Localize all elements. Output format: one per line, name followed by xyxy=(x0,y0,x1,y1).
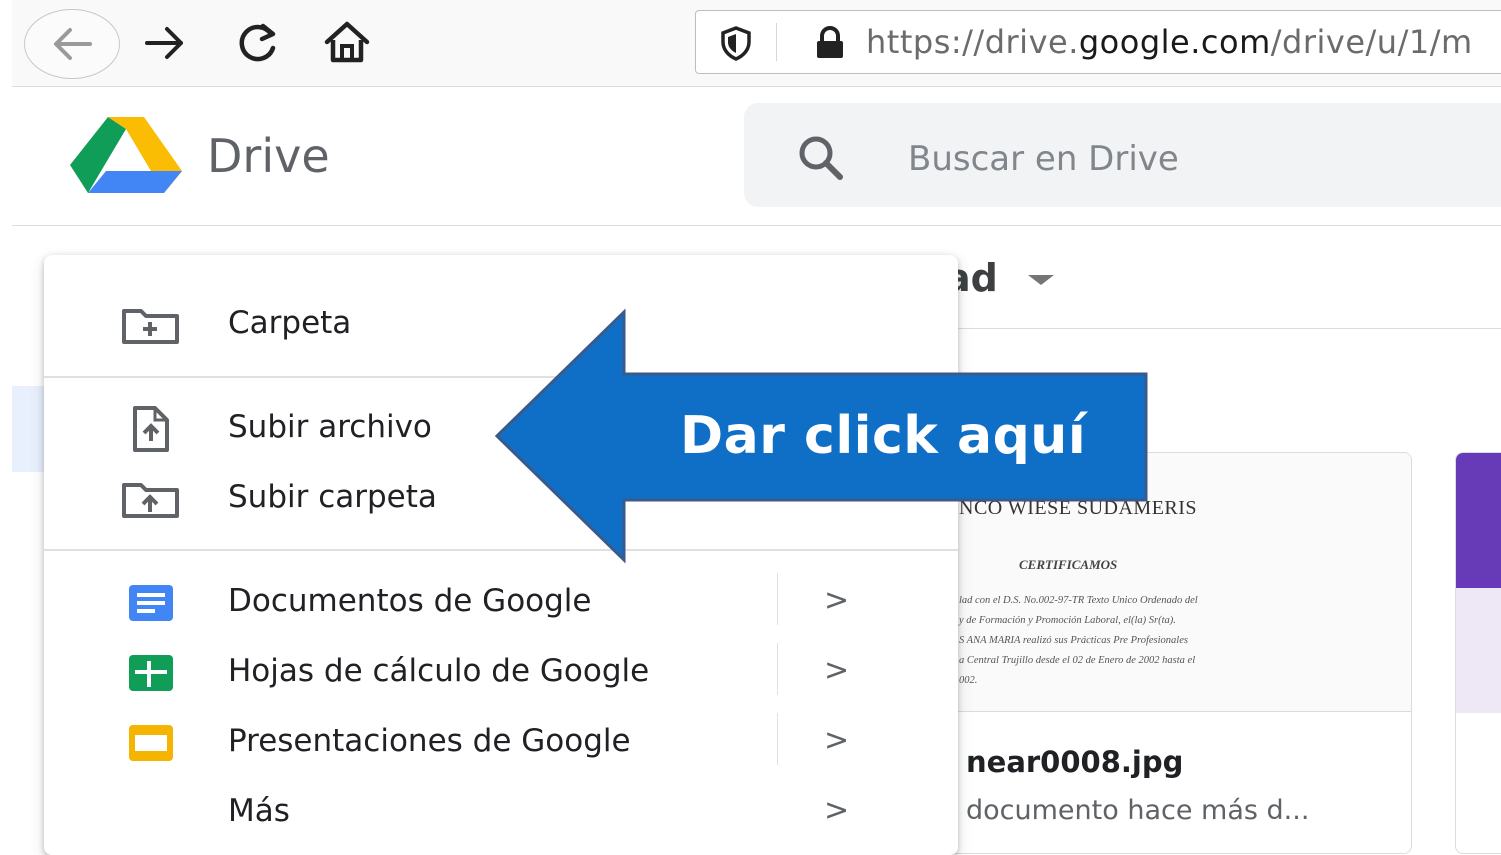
menu-divider xyxy=(44,376,958,378)
home-icon xyxy=(324,21,370,63)
file-upload-icon xyxy=(120,406,182,452)
chevron-right-icon[interactable]: > xyxy=(824,723,849,758)
annotation-text: Dar click aquí xyxy=(680,406,1087,466)
menu-item-google-sheets[interactable]: Hojas de cálculo de Google > xyxy=(44,641,958,703)
menu-item-google-docs[interactable]: Documentos de Google > xyxy=(44,571,958,633)
menu-label-google-docs: Documentos de Google xyxy=(228,583,592,619)
url-divider xyxy=(776,23,777,61)
file-card[interactable]: NCO WIESE SUDAMERIS CERTIFICAMOS lad con… xyxy=(910,452,1412,854)
doc-line: 002. xyxy=(959,675,978,686)
forward-arrow-icon xyxy=(145,27,183,59)
back-button[interactable] xyxy=(24,9,120,79)
menu-label-google-sheets: Hojas de cálculo de Google xyxy=(228,653,650,689)
url-text[interactable]: https://drive.google.com/drive/u/1/m xyxy=(866,23,1473,61)
menu-item-google-slides[interactable]: Presentaciones de Google > xyxy=(44,711,958,773)
forms-thumbnail-body xyxy=(1456,588,1501,713)
drive-logo-icon xyxy=(70,117,182,193)
folder-upload-icon xyxy=(120,477,182,521)
menu-vertical-divider xyxy=(777,713,778,765)
file-meta: documento hace más d... xyxy=(966,795,1310,826)
back-arrow-icon xyxy=(54,28,92,60)
file-thumbnail: NCO WIESE SUDAMERIS CERTIFICAMOS lad con… xyxy=(911,453,1411,712)
menu-label-google-slides: Presentaciones de Google xyxy=(228,723,631,759)
drive-title[interactable]: Drive xyxy=(207,129,330,183)
forms-thumbnail xyxy=(1456,453,1501,588)
reload-button[interactable] xyxy=(222,8,292,78)
menu-vertical-divider xyxy=(777,643,778,695)
home-button[interactable] xyxy=(312,8,382,78)
doc-heading: CERTIFICAMOS xyxy=(1019,557,1118,572)
doc-bank-name: NCO WIESE SUDAMERIS xyxy=(959,497,1198,519)
browser-toolbar: https://drive.google.com/drive/u/1/m xyxy=(12,0,1501,87)
file-name: near0008.jpg xyxy=(966,745,1184,779)
url-path: /drive/u/1/m xyxy=(1270,23,1473,61)
new-menu: Carpeta Subir archivo Subir carpeta Docu… xyxy=(44,255,958,855)
url-prefix: https://drive. xyxy=(866,23,1079,61)
search-icon[interactable] xyxy=(796,133,846,181)
url-bar[interactable]: https://drive.google.com/drive/u/1/m xyxy=(695,10,1501,74)
shield-icon[interactable] xyxy=(718,25,754,61)
chevron-right-icon[interactable]: > xyxy=(824,583,849,618)
menu-label-upload-folder: Subir carpeta xyxy=(228,479,437,515)
lock-icon[interactable] xyxy=(812,25,848,61)
menu-vertical-divider xyxy=(777,573,778,625)
menu-item-folder[interactable]: Carpeta xyxy=(44,293,958,355)
drive-header: Drive Buscar en Drive xyxy=(12,87,1501,226)
caret-down-icon[interactable] xyxy=(1028,275,1054,285)
menu-divider xyxy=(44,549,958,551)
url-domain: google.com xyxy=(1078,23,1271,61)
search-bar[interactable]: Buscar en Drive xyxy=(744,103,1501,207)
search-input[interactable]: Buscar en Drive xyxy=(908,139,1179,179)
forward-button[interactable] xyxy=(130,8,200,78)
chevron-right-icon[interactable]: > xyxy=(824,653,849,688)
new-folder-icon xyxy=(120,303,182,347)
section-divider xyxy=(958,328,1501,329)
drive-logo[interactable] xyxy=(70,115,182,198)
menu-label-folder: Carpeta xyxy=(228,305,352,341)
google-sheets-icon xyxy=(120,651,182,695)
doc-line: a Central Trujillo desde el 02 de Enero … xyxy=(959,655,1196,666)
reload-icon xyxy=(239,23,276,62)
menu-item-upload-folder[interactable]: Subir carpeta xyxy=(44,467,958,529)
chevron-right-icon[interactable]: > xyxy=(824,793,849,828)
doc-line: lad con el D.S. No.002-97-TR Texto Unico… xyxy=(959,595,1198,606)
google-slides-icon xyxy=(120,721,182,765)
file-card-partial[interactable] xyxy=(1455,452,1501,854)
doc-line: y de Formación y Promoción Laboral, el(l… xyxy=(959,615,1176,626)
doc-line: S ANA MARIA realizó sus Prácticas Pre Pr… xyxy=(959,635,1188,646)
menu-label-more: Más xyxy=(228,793,290,829)
google-docs-icon xyxy=(120,581,182,625)
menu-label-upload-file: Subir archivo xyxy=(228,409,432,445)
